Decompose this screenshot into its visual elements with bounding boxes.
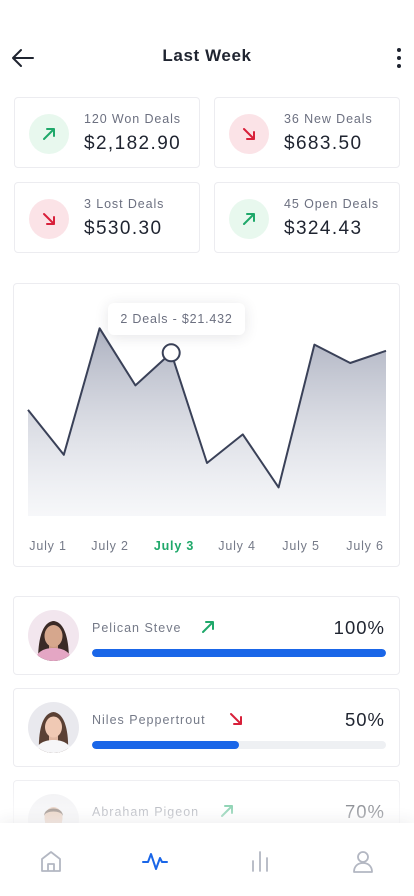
stat-value: $324.43: [284, 218, 363, 239]
trend-up-icon: [200, 619, 216, 635]
chart-area: [28, 328, 386, 516]
avatar: [28, 610, 79, 661]
progress-fill: [92, 649, 386, 657]
person-name: Abraham Pigeon: [92, 805, 200, 819]
stat-label: 45 Open Deals: [284, 197, 380, 211]
trend-up-icon: [229, 199, 269, 239]
x-axis-labels: July 1 July 2 July 3 July 4 July 5 July …: [14, 539, 399, 555]
x-label-july-4[interactable]: July 4: [218, 539, 255, 553]
progress-bar: [92, 741, 386, 749]
x-label-july-6[interactable]: July 6: [346, 539, 383, 553]
nav-activity[interactable]: [141, 847, 169, 875]
stat-label: 36 New Deals: [284, 112, 373, 126]
home-icon: [41, 851, 61, 872]
nav-profile[interactable]: [349, 847, 377, 875]
person-percent: 70%: [344, 801, 385, 822]
stat-card-won-deals[interactable]: 120 Won Deals $2,182.90: [14, 97, 200, 168]
x-label-july-1[interactable]: July 1: [29, 539, 66, 553]
bottom-navigation: [0, 823, 414, 896]
trend-up-icon: [219, 803, 235, 819]
person-card-pelican-steve[interactable]: Pelican Steve 100%: [13, 596, 400, 675]
chart-tooltip: 2 Deals - $21.432: [108, 303, 245, 335]
stat-value: $530.30: [84, 218, 163, 239]
stat-label: 3 Lost Deals: [84, 197, 165, 211]
stats-icon: [252, 851, 268, 872]
stat-card-new-deals[interactable]: 36 New Deals $683.50: [214, 97, 400, 168]
progress-bar: [92, 649, 386, 657]
stat-card-lost-deals[interactable]: 3 Lost Deals $530.30: [14, 182, 200, 253]
person-name: Pelican Steve: [92, 621, 182, 635]
person-card-niles-peppertrout[interactable]: Niles Peppertrout 50%: [13, 688, 400, 767]
progress-fill: [92, 741, 239, 749]
stat-value: $683.50: [284, 133, 363, 154]
trend-down-icon: [228, 711, 244, 727]
stat-card-open-deals[interactable]: 45 Open Deals $324.43: [214, 182, 400, 253]
profile-icon: [353, 851, 373, 873]
more-options-button[interactable]: [394, 46, 404, 70]
more-vertical-icon: [397, 48, 401, 68]
trend-down-icon: [229, 114, 269, 154]
x-label-july-5[interactable]: July 5: [282, 539, 319, 553]
person-percent: 100%: [333, 617, 385, 638]
nav-home[interactable]: [37, 847, 65, 875]
x-label-july-2[interactable]: July 2: [91, 539, 128, 553]
stat-value: $2,182.90: [84, 133, 182, 154]
trend-up-icon: [29, 114, 69, 154]
trend-down-icon: [29, 199, 69, 239]
x-label-july-3[interactable]: July 3: [154, 539, 194, 553]
nav-stats[interactable]: [246, 847, 274, 875]
deals-chart[interactable]: 2 Deals - $21.432 July 1 July 2 July 3 J…: [13, 283, 400, 567]
person-percent: 50%: [344, 709, 385, 730]
stat-label: 120 Won Deals: [84, 112, 181, 126]
chart-highlight-point[interactable]: [161, 343, 181, 363]
activity-icon: [142, 853, 168, 870]
page-title: Last Week: [162, 46, 252, 65]
person-name: Niles Peppertrout: [92, 713, 206, 727]
avatar: [28, 702, 79, 753]
